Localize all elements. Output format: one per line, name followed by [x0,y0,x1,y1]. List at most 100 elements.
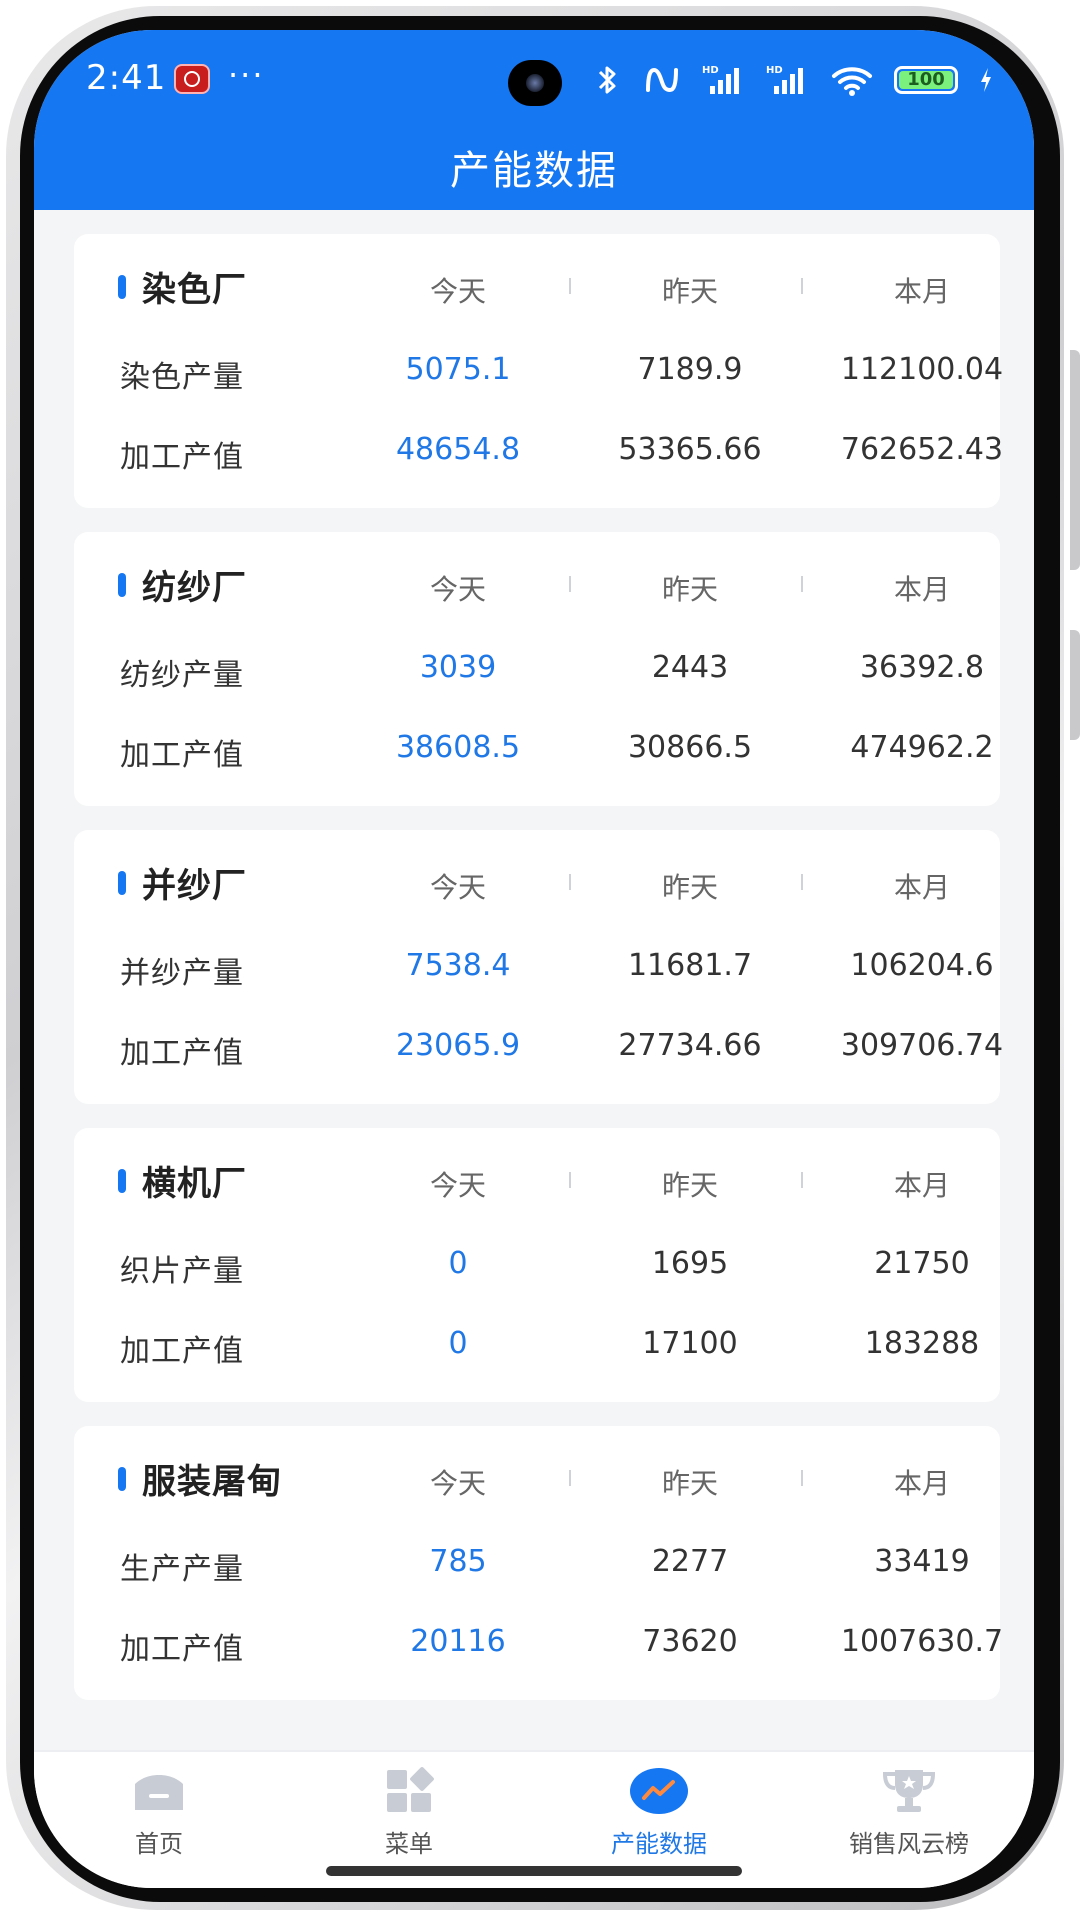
bluetooth-icon [598,66,616,94]
column-header-yesterday: 昨天 [661,871,718,904]
nav-tab-sales-ranking[interactable]: 销售风云榜 [784,1766,1034,1859]
volume-button [1070,350,1080,570]
card-title-group: 服装屠甸 [118,1454,282,1503]
title-accent-bar [118,1168,126,1193]
metric-label: 加工产值 [120,440,244,475]
title-accent-bar [118,1466,126,1491]
nav-label-capacity-data: 产能数据 [611,1830,707,1858]
metric-value-today: 5075.1 [405,352,511,387]
factory-name: 染色厂 [142,270,247,310]
column-divider [569,1172,571,1188]
metric-value-yesterday: 30866.5 [627,730,753,765]
metric-value-month: 762652.43 [840,432,1004,467]
wifi-icon [832,67,872,96]
home-indicator [326,1866,742,1876]
power-button [1070,630,1080,740]
nav-tab-home[interactable]: 首页 [34,1766,284,1859]
metric-value-yesterday: 53365.66 [618,432,762,467]
metric-value-yesterday: 17100 [642,1326,738,1361]
metric-label: 纺纱产量 [120,658,244,693]
column-header-today: 今天 [429,573,486,606]
card-header: 并纱厂 今天 昨天 本月 [74,830,1000,930]
metric-value-today: 7538.4 [405,948,511,983]
column-divider [801,278,803,294]
nav-label-sales-ranking: 销售风云榜 [849,1830,969,1858]
metric-value-month: 33419 [874,1544,970,1579]
metric-value-yesterday: 7189.9 [637,352,743,387]
metric-label: 加工产值 [120,1334,244,1369]
metric-label: 生产产量 [120,1552,244,1587]
metric-value-month: 474962.2 [850,730,994,765]
status-time: 2:41 [86,58,167,98]
card-title-group: 染色厂 [118,262,247,311]
column-header-yesterday: 昨天 [661,1467,718,1500]
column-header-yesterday: 昨天 [661,1169,718,1202]
column-divider [801,1172,803,1188]
metric-value-today: 23065.9 [395,1028,521,1063]
signal-hd-2-icon: HD [766,65,803,94]
factory-card-spinning: 纺纱厂 今天 昨天 本月 纺纱产量 3039 2443 36392.8 加工产值 38608.5 3… [74,532,1000,806]
column-divider [801,576,803,592]
battery-icon: 100 [894,66,958,94]
title-accent-bar [118,572,126,597]
metric-label: 织片产量 [120,1254,244,1289]
card-title-group: 纺纱厂 [118,560,247,609]
chart-trend-icon [629,1766,689,1816]
column-header-today: 今天 [429,1467,486,1500]
metric-value-today: 0 [448,1246,468,1281]
column-header-month: 本月 [893,275,950,308]
factory-card-dyeing: 染色厂 今天 昨天 本月 染色产量 5075.1 7189.9 112100.04 加工产值 48… [74,234,1003,508]
nfc-icon [646,67,678,93]
metric-label: 加工产值 [120,1632,244,1667]
column-header-today: 今天 [429,1169,486,1202]
factory-card-flat-knitting: 横机厂 今天 昨天 本月 织片产量 0 1695 21750 加工产值 0 17100 183288 [74,1128,1000,1402]
factory-card-garment-tudian: 服装屠甸 今天 昨天 本月 生产产量 785 2277 33419 加工产值 20116 73620… [74,1426,1003,1700]
card-header: 纺纱厂 今天 昨天 本月 [74,532,1000,632]
charging-icon [981,68,991,92]
bank-app-notification-icon [174,64,210,94]
nav-tab-menu[interactable]: 菜单 [284,1766,534,1859]
factory-name: 服装屠甸 [142,1462,282,1502]
nav-label-menu: 菜单 [385,1830,433,1858]
metric-value-month: 21750 [874,1246,970,1281]
metric-label: 染色产量 [120,360,244,395]
status-bar: 2:41 ··· HD HD 100 [34,30,1034,120]
signal-hd-1-icon: HD [702,65,739,94]
column-divider [801,874,803,890]
home-icon [129,1766,189,1816]
column-divider [569,1470,571,1486]
nav-tab-capacity-data[interactable]: 产能数据 [534,1766,784,1859]
battery-level: 100 [907,69,945,90]
capacity-data-list[interactable]: 染色厂 今天 昨天 本月 染色产量 5075.1 7189.9 112100.04 加工产值 48… [34,210,1034,1780]
card-title-group: 并纱厂 [118,858,247,907]
trophy-icon [879,1766,939,1816]
factory-card-doubling: 并纱厂 今天 昨天 本月 并纱产量 7538.4 11681.7 106204.6 加工产值 23… [74,830,1003,1104]
column-divider [801,1470,803,1486]
metric-value-yesterday: 73620 [642,1624,738,1659]
column-header-yesterday: 昨天 [661,573,718,606]
title-accent-bar [118,870,126,895]
column-divider [569,576,571,592]
metric-value-today: 38608.5 [395,730,521,765]
svg-text:HD: HD [702,65,719,76]
metric-value-month: 309706.74 [840,1028,1004,1063]
metric-label: 并纱产量 [120,956,244,991]
factory-name: 横机厂 [142,1164,247,1204]
metric-value-today: 3039 [419,650,497,685]
metric-value-yesterday: 2443 [651,650,729,685]
screen: 2:41 ··· HD HD 100 产能数据 染色厂 今天 昨天 本月 染色产… [34,30,1034,1888]
status-icons: HD HD 100 [594,60,994,100]
metric-value-month: 1007630.7 [840,1624,1004,1659]
column-header-month: 本月 [893,1169,950,1202]
metric-value-today: 48654.8 [395,432,521,467]
metric-value-yesterday: 11681.7 [627,948,753,983]
metric-value-month: 36392.8 [859,650,985,685]
metric-value-month: 106204.6 [850,948,994,983]
phone-frame: 2:41 ··· HD HD 100 产能数据 染色厂 今天 昨天 本月 染色产… [0,0,1080,1920]
metric-value-yesterday: 2277 [651,1544,729,1579]
nav-label-home: 首页 [135,1830,183,1858]
column-header-month: 本月 [893,871,950,904]
card-title-group: 横机厂 [118,1156,247,1205]
menu-grid-icon [379,1766,439,1816]
metric-label: 加工产值 [120,1036,244,1071]
